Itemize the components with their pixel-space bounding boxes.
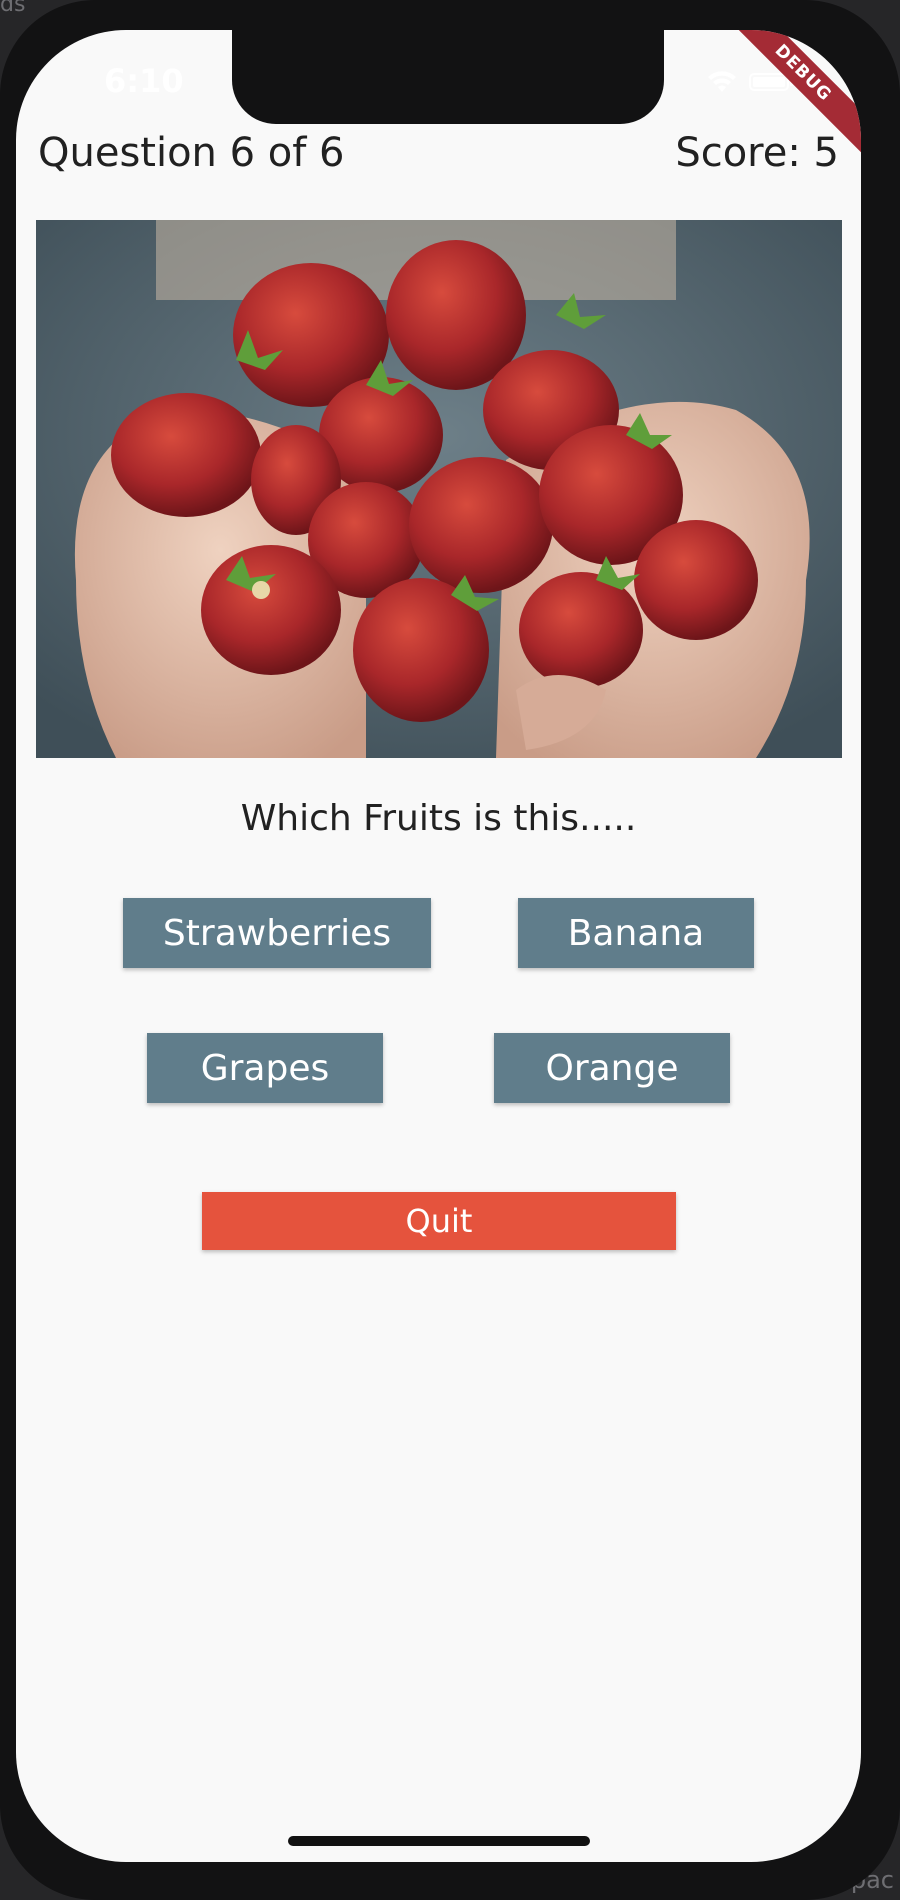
question-text: Which Fruits is this..... <box>240 798 637 839</box>
option-button-strawberries[interactable]: Strawberries <box>123 898 431 968</box>
strawberries-photo <box>36 220 842 758</box>
battery-icon <box>749 73 793 91</box>
score-label: Score: 5 <box>675 130 839 176</box>
option-button-grapes[interactable]: Grapes <box>147 1033 383 1103</box>
status-icons <box>707 70 793 94</box>
option-button-orange[interactable]: Orange <box>494 1033 730 1103</box>
app-screen: 6:10 DEBUG Question 6 of 6 Score: 5 Whic… <box>16 30 861 1862</box>
phone-frame: 6:10 DEBUG Question 6 of 6 Score: 5 Whic… <box>0 0 900 1900</box>
quiz-header: Question 6 of 6 Score: 5 <box>38 130 839 176</box>
fruit-image <box>36 220 842 758</box>
wifi-icon <box>708 71 736 92</box>
home-indicator[interactable] <box>288 1836 590 1846</box>
device-notch <box>232 30 664 124</box>
background-text-top: ds <box>0 0 26 17</box>
question-counter: Question 6 of 6 <box>38 130 345 176</box>
status-time: 6:10 <box>104 62 184 100</box>
quit-button[interactable]: Quit <box>202 1192 676 1250</box>
option-button-banana[interactable]: Banana <box>518 898 754 968</box>
